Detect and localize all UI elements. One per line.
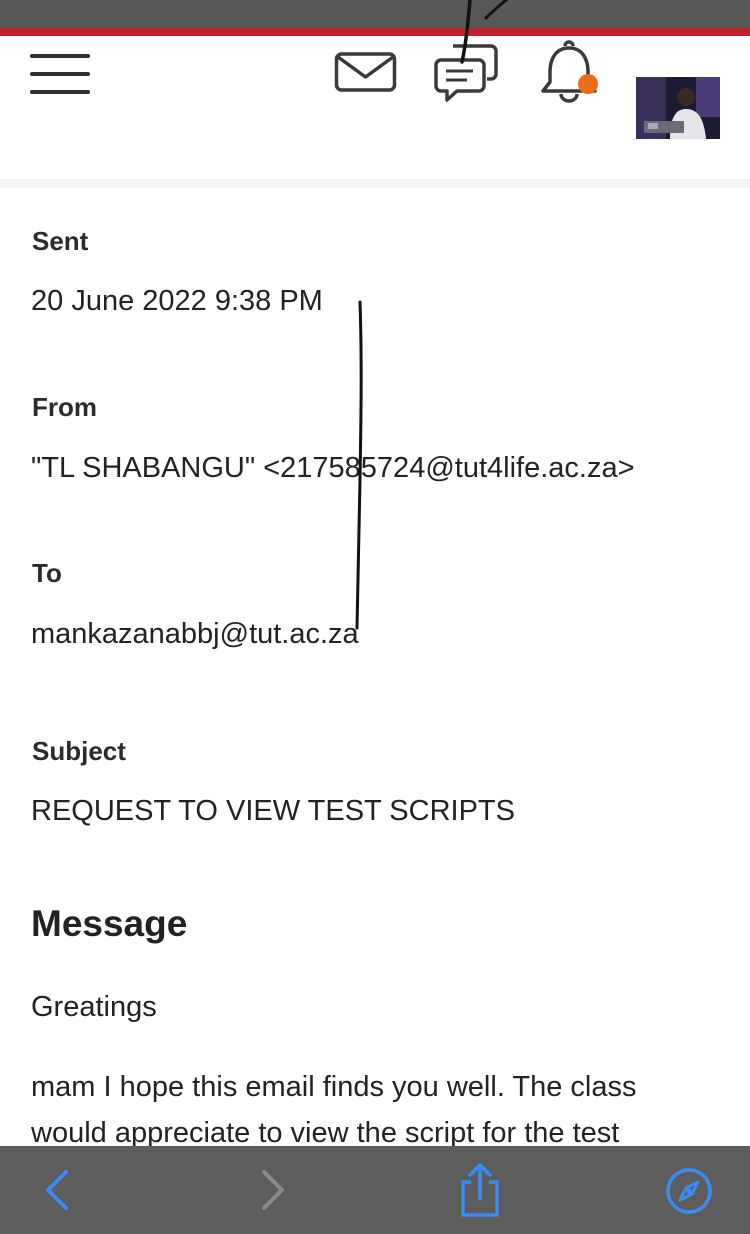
bell-icon[interactable]: [537, 38, 601, 104]
subject-label: Subject: [32, 736, 126, 766]
sent-value: 20 June 2022 9:38 PM: [31, 285, 323, 317]
to-value[interactable]: mankazanabbj@tut.ac.za: [31, 618, 359, 651]
from-label: From: [32, 392, 97, 422]
compass-icon[interactable]: [664, 1166, 714, 1216]
message-greeting: Greatings: [31, 991, 157, 1023]
hamburger-menu-icon[interactable]: [28, 52, 92, 96]
subject-value: REQUEST TO VIEW TEST SCRIPTS: [31, 795, 515, 827]
message-body-line: mam I hope this email finds you well. Th…: [31, 1071, 637, 1103]
chevron-right-icon[interactable]: [254, 1168, 290, 1212]
envelope-icon[interactable]: [334, 51, 398, 93]
header-divider: [0, 179, 750, 188]
avatar[interactable]: [636, 77, 720, 139]
message-heading: Message: [31, 903, 188, 944]
email-view-page: Sent 20 June 2022 9:38 PM From "TL SHABA…: [0, 0, 750, 1234]
sent-label: Sent: [32, 226, 89, 256]
message-body: mam I hope this email finds you well. Th…: [31, 1064, 731, 1156]
chat-bubbles-icon[interactable]: [433, 40, 499, 104]
notification-badge-dot: [578, 74, 598, 94]
share-icon[interactable]: [454, 1162, 506, 1218]
chevron-left-icon[interactable]: [40, 1168, 76, 1212]
browser-toolbar: [0, 1146, 750, 1234]
top-status-strip: [0, 0, 750, 28]
brand-accent-line: [0, 28, 750, 36]
to-label: To: [32, 558, 62, 588]
from-value[interactable]: "TL SHABANGU" <217585724@tut4life.ac.za>: [31, 452, 635, 485]
